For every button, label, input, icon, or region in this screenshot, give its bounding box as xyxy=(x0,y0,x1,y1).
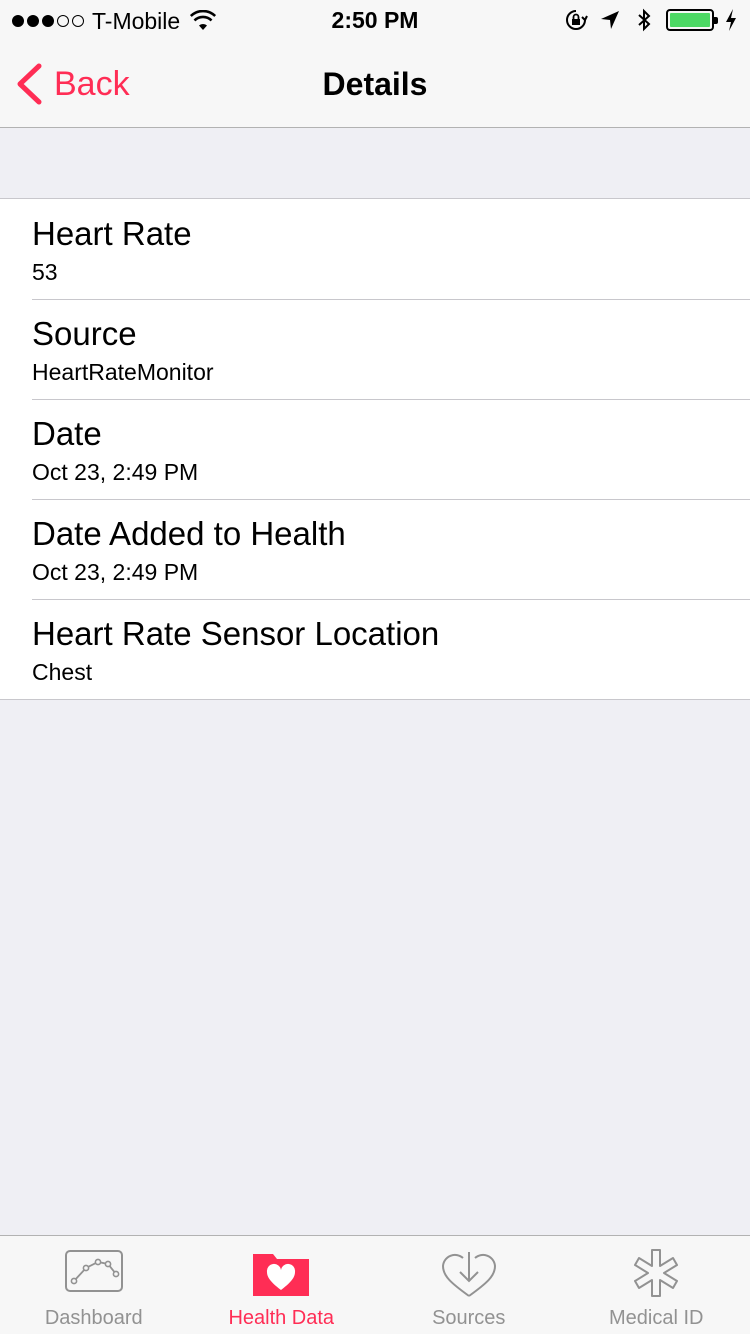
status-right xyxy=(564,7,738,33)
detail-row-date: Date Oct 23, 2:49 PM xyxy=(0,399,750,499)
detail-value: Chest xyxy=(32,659,93,685)
battery-icon xyxy=(666,9,718,31)
sources-download-heart-icon xyxy=(441,1252,496,1297)
details-list: Heart Rate 53 Source HeartRateMonitor Da… xyxy=(0,198,750,700)
detail-row-sensor-location: Heart Rate Sensor Location Chest xyxy=(0,599,750,699)
charging-bolt-icon xyxy=(726,9,736,31)
detail-row-heart-rate: Heart Rate 53 xyxy=(0,199,750,299)
tab-dashboard[interactable]: Dashboard xyxy=(0,1236,188,1334)
dashboard-chart-icon xyxy=(64,1250,123,1292)
tab-medical-id[interactable]: Medical ID xyxy=(563,1236,750,1334)
orientation-lock-icon xyxy=(566,10,588,30)
health-data-folder-heart-icon xyxy=(253,1254,310,1296)
tab-health-data[interactable]: Health Data xyxy=(188,1236,376,1334)
detail-label: Date Added to Health xyxy=(32,515,346,552)
detail-value: 53 xyxy=(32,259,58,285)
page-title: Details xyxy=(322,66,428,102)
detail-label: Heart Rate Sensor Location xyxy=(32,615,440,652)
tab-bar: Dashboard Health Data Sources Medical ID xyxy=(0,1235,750,1334)
tab-label: Dashboard xyxy=(44,1307,143,1329)
detail-label: Source xyxy=(32,315,137,352)
detail-value: Oct 23, 2:49 PM xyxy=(32,459,199,485)
detail-label: Heart Rate xyxy=(32,215,192,252)
tab-label: Medical ID xyxy=(609,1307,704,1329)
detail-row-source: Source HeartRateMonitor xyxy=(0,299,750,399)
detail-value: Oct 23, 2:49 PM xyxy=(32,559,199,585)
bluetooth-icon xyxy=(638,8,651,32)
navigation-bar: Back Details xyxy=(0,40,750,128)
tab-sources[interactable]: Sources xyxy=(375,1236,563,1334)
tab-label: Sources xyxy=(432,1307,506,1329)
detail-row-date-added: Date Added to Health Oct 23, 2:49 PM xyxy=(0,499,750,599)
location-arrow-icon xyxy=(601,11,619,29)
medical-star-icon xyxy=(634,1249,679,1297)
status-bar: T-Mobile 2:50 PM xyxy=(0,0,750,40)
tab-label: Health Data xyxy=(228,1307,335,1329)
detail-value: HeartRateMonitor xyxy=(32,359,214,385)
detail-label: Date xyxy=(32,415,102,452)
